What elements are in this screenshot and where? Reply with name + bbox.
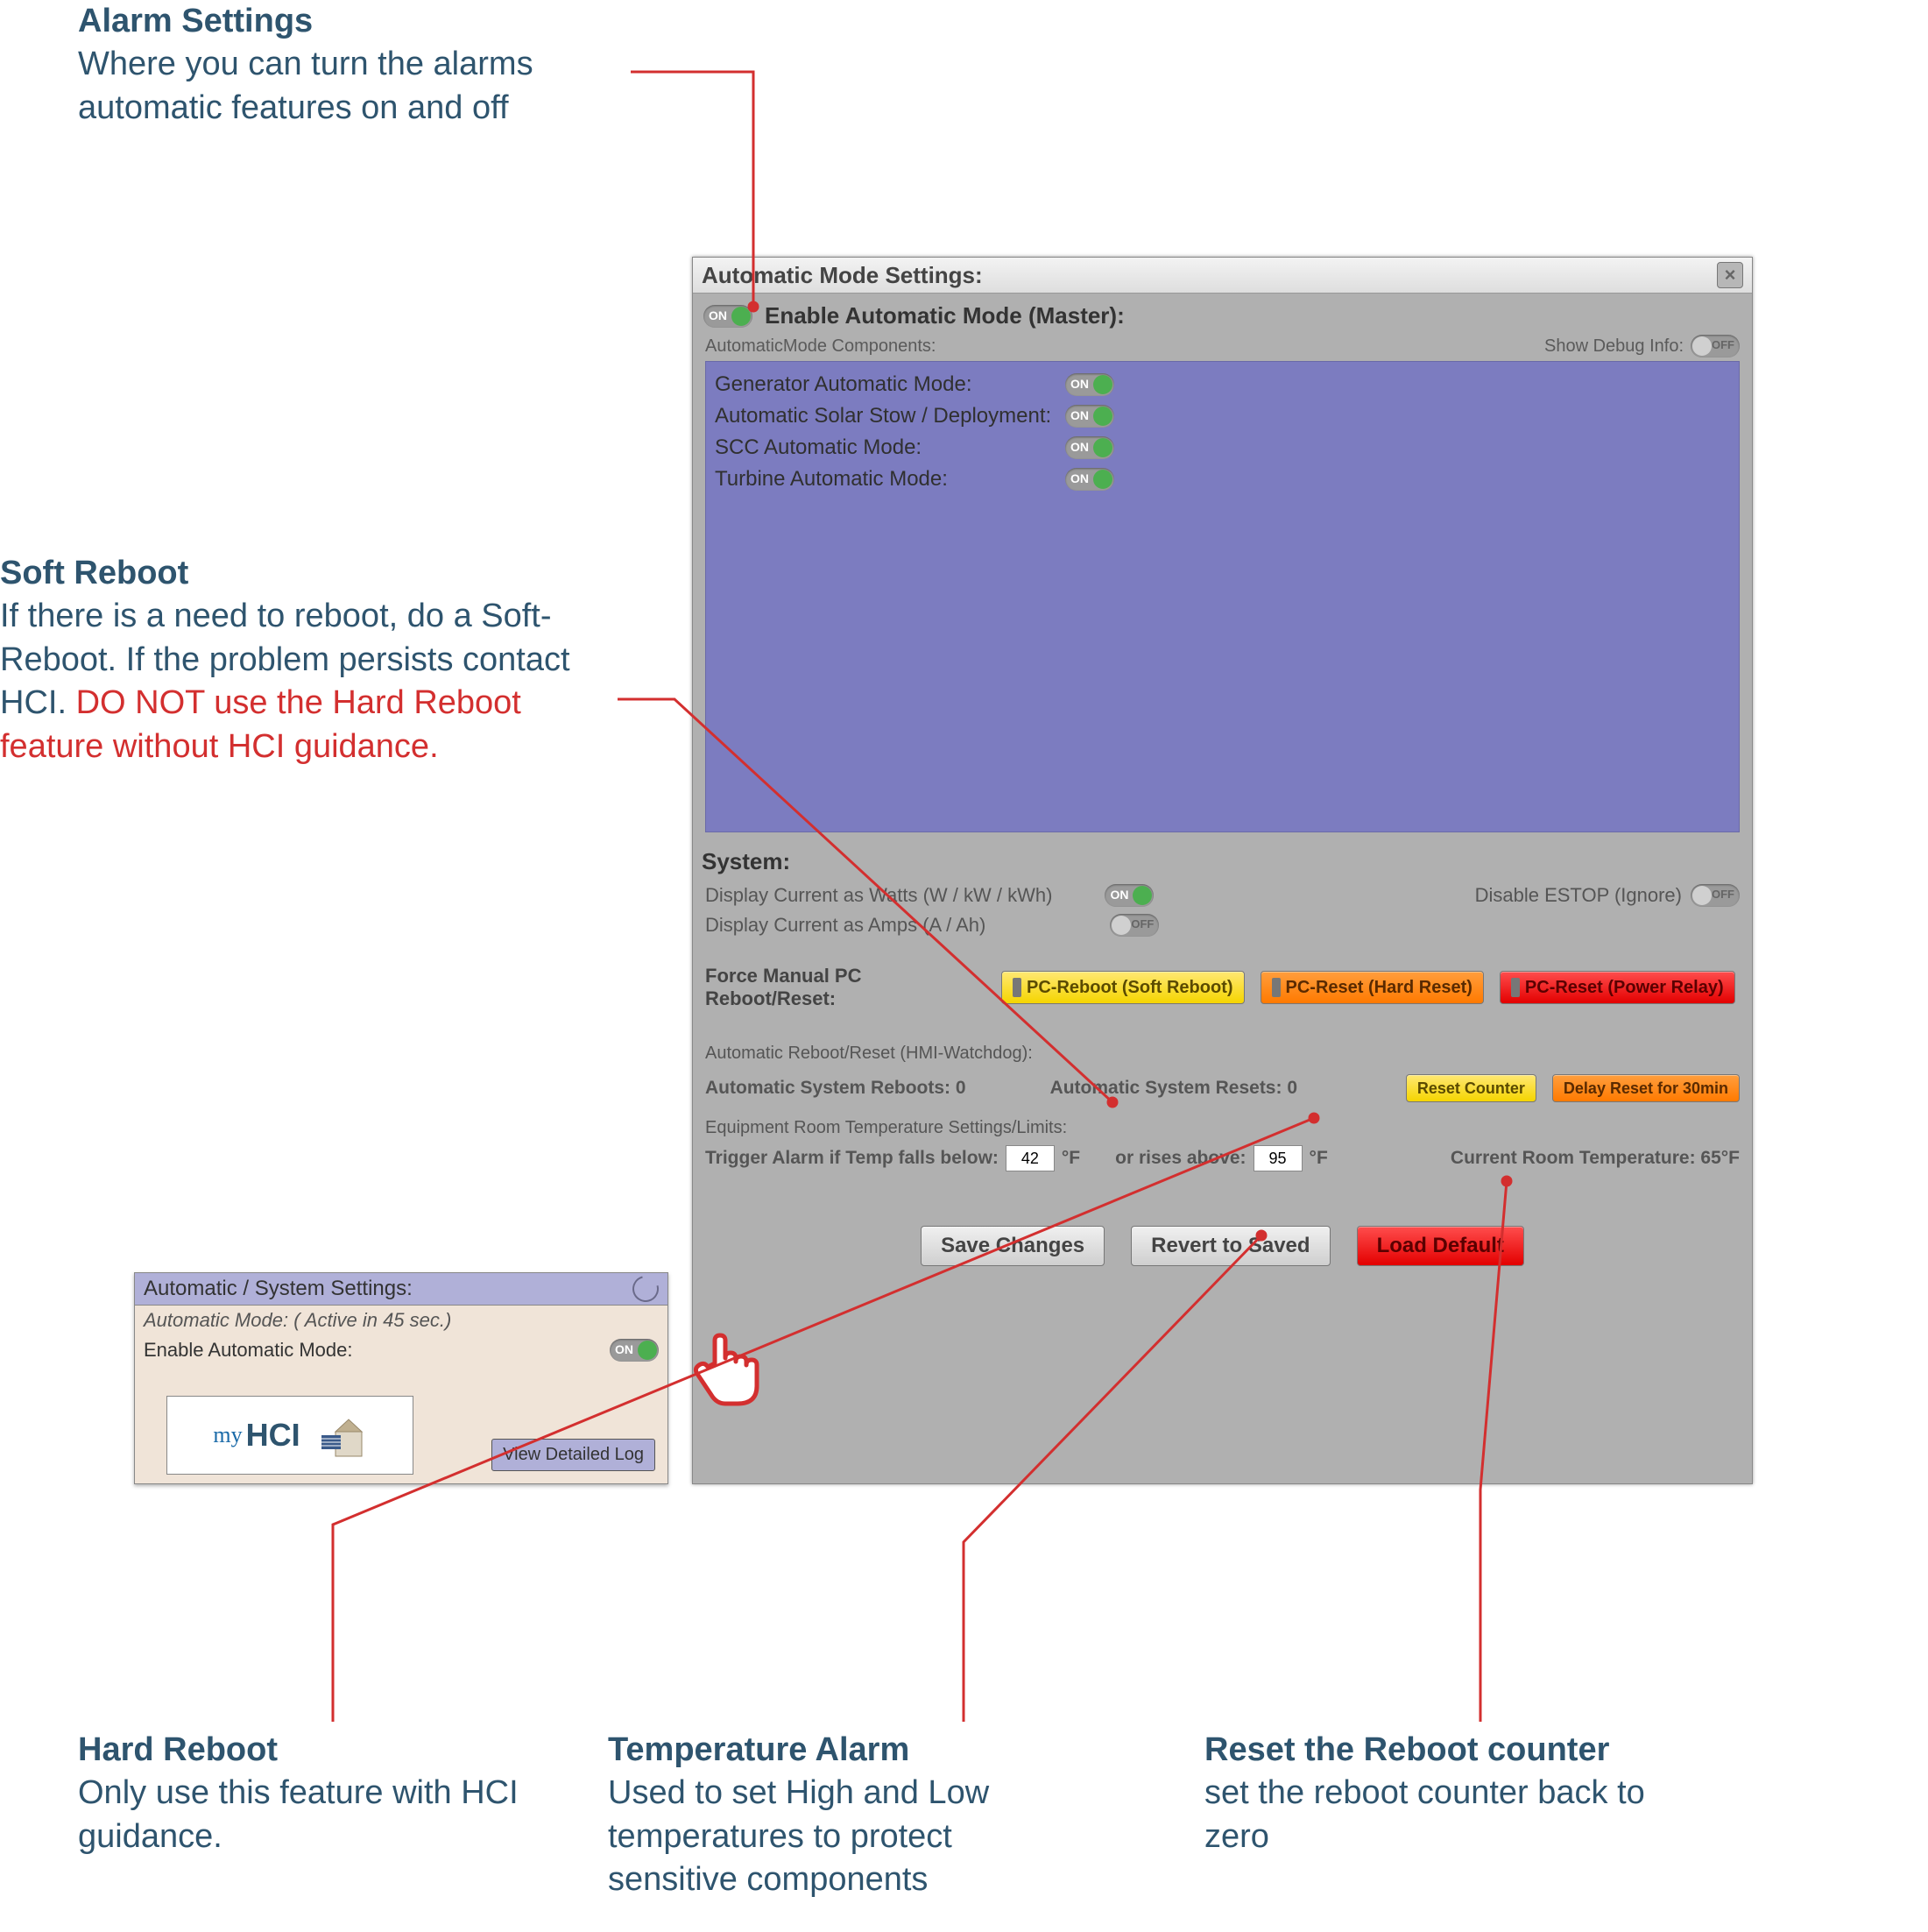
components-header-label: AutomaticMode Components: xyxy=(705,336,936,357)
hand-cursor-icon xyxy=(683,1323,771,1411)
dialog-title: Automatic Mode Settings: xyxy=(702,262,983,289)
degf-1: °F xyxy=(1062,1148,1080,1169)
temp-falls-label: Trigger Alarm if Temp falls below: xyxy=(705,1148,999,1169)
display-amps-row: Display Current as Amps (A / Ah) xyxy=(693,910,1752,940)
enable-label: Enable Automatic Mode: xyxy=(144,1339,352,1362)
automatic-mode-dialog: Automatic Mode Settings: × Enable Automa… xyxy=(692,257,1753,1484)
temp-high-input[interactable] xyxy=(1254,1145,1303,1171)
master-row: Enable Automatic Mode (Master): xyxy=(702,297,1743,335)
component-label: Turbine Automatic Mode: xyxy=(715,467,1065,492)
component-row: Turbine Automatic Mode: xyxy=(715,464,1730,495)
logo-hci: HCI xyxy=(246,1417,300,1454)
callout-alarm-body: Where you can turn the alarms automatic … xyxy=(78,43,621,130)
dialog-titlebar: Automatic Mode Settings: × xyxy=(693,258,1752,294)
callout-soft-title: Soft Reboot xyxy=(0,552,613,595)
watchdog-header: Automatic Reboot/Reset (HMI-Watchdog): xyxy=(693,1019,1752,1069)
temp-rises-label: or rises above: xyxy=(1115,1148,1246,1169)
callout-hard: Hard Reboot Only use this feature with H… xyxy=(78,1729,533,1858)
temp-header: Equipment Room Temperature Settings/Limi… xyxy=(693,1108,1752,1143)
callout-temp-body: Used to set High and Low temperatures to… xyxy=(608,1772,1072,1901)
master-label: Enable Automatic Mode (Master): xyxy=(765,302,1125,329)
components-panel: Generator Automatic Mode: Automatic Sola… xyxy=(705,361,1740,832)
close-icon[interactable]: × xyxy=(1717,262,1743,288)
callout-reset: Reset the Reboot counter set the reboot … xyxy=(1204,1729,1695,1858)
component-toggle[interactable] xyxy=(1065,436,1114,459)
components-header: AutomaticMode Components: Show Debug Inf… xyxy=(702,335,1743,361)
small-panel-header: Automatic / System Settings: xyxy=(135,1273,667,1306)
component-row: Generator Automatic Mode: xyxy=(715,369,1730,400)
component-label: Automatic Solar Stow / Deployment: xyxy=(715,404,1065,428)
display-amps-label: Display Current as Amps (A / Ah) xyxy=(705,914,985,937)
enable-toggle[interactable] xyxy=(610,1339,659,1362)
enable-line: Enable Automatic Mode: xyxy=(135,1335,667,1365)
degf-2: °F xyxy=(1310,1148,1328,1169)
system-settings-panel: Automatic / System Settings: Automatic M… xyxy=(134,1272,668,1484)
component-row: Automatic Solar Stow / Deployment: xyxy=(715,400,1730,432)
temp-low-input[interactable] xyxy=(1006,1145,1055,1171)
master-toggle[interactable] xyxy=(703,305,752,328)
display-watts-label: Display Current as Watts (W / kW / kWh) xyxy=(705,884,1052,907)
hard-reset-button[interactable]: PC-Reset (Hard Reset) xyxy=(1261,971,1484,1004)
disable-estop-toggle[interactable] xyxy=(1691,884,1740,907)
small-panel-title: Automatic / System Settings: xyxy=(144,1277,413,1301)
soft-reboot-button[interactable]: PC-Reboot (Soft Reboot) xyxy=(1001,971,1245,1004)
callout-temp: Temperature Alarm Used to set High and L… xyxy=(608,1729,1072,1902)
component-label: Generator Automatic Mode: xyxy=(715,372,1065,397)
counter-row: Automatic System Reboots: 0 Automatic Sy… xyxy=(693,1069,1752,1108)
house-icon xyxy=(306,1409,367,1461)
myhci-logo: myHCI xyxy=(166,1396,413,1475)
callout-reset-title: Reset the Reboot counter xyxy=(1204,1729,1695,1772)
revert-button[interactable]: Revert to Saved xyxy=(1131,1226,1330,1266)
force-row: Force Manual PC Reboot/Reset: PC-Reboot … xyxy=(693,965,1752,1019)
auto-reboots-label: Automatic System Reboots: 0 xyxy=(705,1078,966,1099)
component-toggle[interactable] xyxy=(1065,468,1114,491)
display-watts-row: Display Current as Watts (W / kW / kWh) … xyxy=(693,881,1752,910)
power-relay-button[interactable]: PC-Reset (Power Relay) xyxy=(1500,971,1735,1004)
footer-buttons: Save Changes Revert to Saved Load Defaul… xyxy=(693,1226,1752,1266)
display-amps-toggle[interactable] xyxy=(1110,914,1159,937)
load-default-button[interactable]: Load Default xyxy=(1357,1226,1524,1266)
reset-counter-button[interactable]: Reset Counter xyxy=(1406,1074,1536,1102)
callout-hard-body: Only use this feature with HCI guidance. xyxy=(78,1772,533,1858)
component-label: SCC Automatic Mode: xyxy=(715,435,1065,460)
component-toggle[interactable] xyxy=(1065,405,1114,428)
callout-alarm-title: Alarm Settings xyxy=(78,0,621,43)
current-temp-label: Current Room Temperature: 65°F xyxy=(1451,1148,1740,1169)
display-watts-toggle[interactable] xyxy=(1105,884,1154,907)
view-log-button[interactable]: View Detailed Log xyxy=(491,1439,655,1471)
component-toggle[interactable] xyxy=(1065,373,1114,396)
temp-row: Trigger Alarm if Temp falls below: °F or… xyxy=(693,1143,1752,1173)
callout-alarm: Alarm Settings Where you can turn the al… xyxy=(78,0,621,130)
active-line: Automatic Mode: ( Active in 45 sec.) xyxy=(135,1306,667,1335)
callout-reset-body: set the reboot counter back to zero xyxy=(1204,1772,1695,1858)
auto-resets-label: Automatic System Resets: 0 xyxy=(1050,1078,1297,1099)
callout-temp-title: Temperature Alarm xyxy=(608,1729,1072,1772)
component-row: SCC Automatic Mode: xyxy=(715,432,1730,464)
callout-soft-warn: DO NOT use the Hard Reboot feature witho… xyxy=(0,684,521,764)
refresh-icon[interactable] xyxy=(628,1271,664,1307)
delay-reset-button[interactable]: Delay Reset for 30min xyxy=(1552,1074,1740,1102)
force-label: Force Manual PC Reboot/Reset: xyxy=(705,965,985,1010)
callout-soft: Soft Reboot If there is a need to reboot… xyxy=(0,552,613,768)
debug-label: Show Debug Info: xyxy=(1544,336,1684,357)
system-header: System: xyxy=(693,832,1752,881)
callout-hard-title: Hard Reboot xyxy=(78,1729,533,1772)
debug-toggle[interactable] xyxy=(1691,335,1740,357)
save-button[interactable]: Save Changes xyxy=(921,1226,1105,1266)
logo-my: my xyxy=(213,1422,242,1448)
disable-estop-label: Disable ESTOP (Ignore) xyxy=(1475,884,1682,907)
